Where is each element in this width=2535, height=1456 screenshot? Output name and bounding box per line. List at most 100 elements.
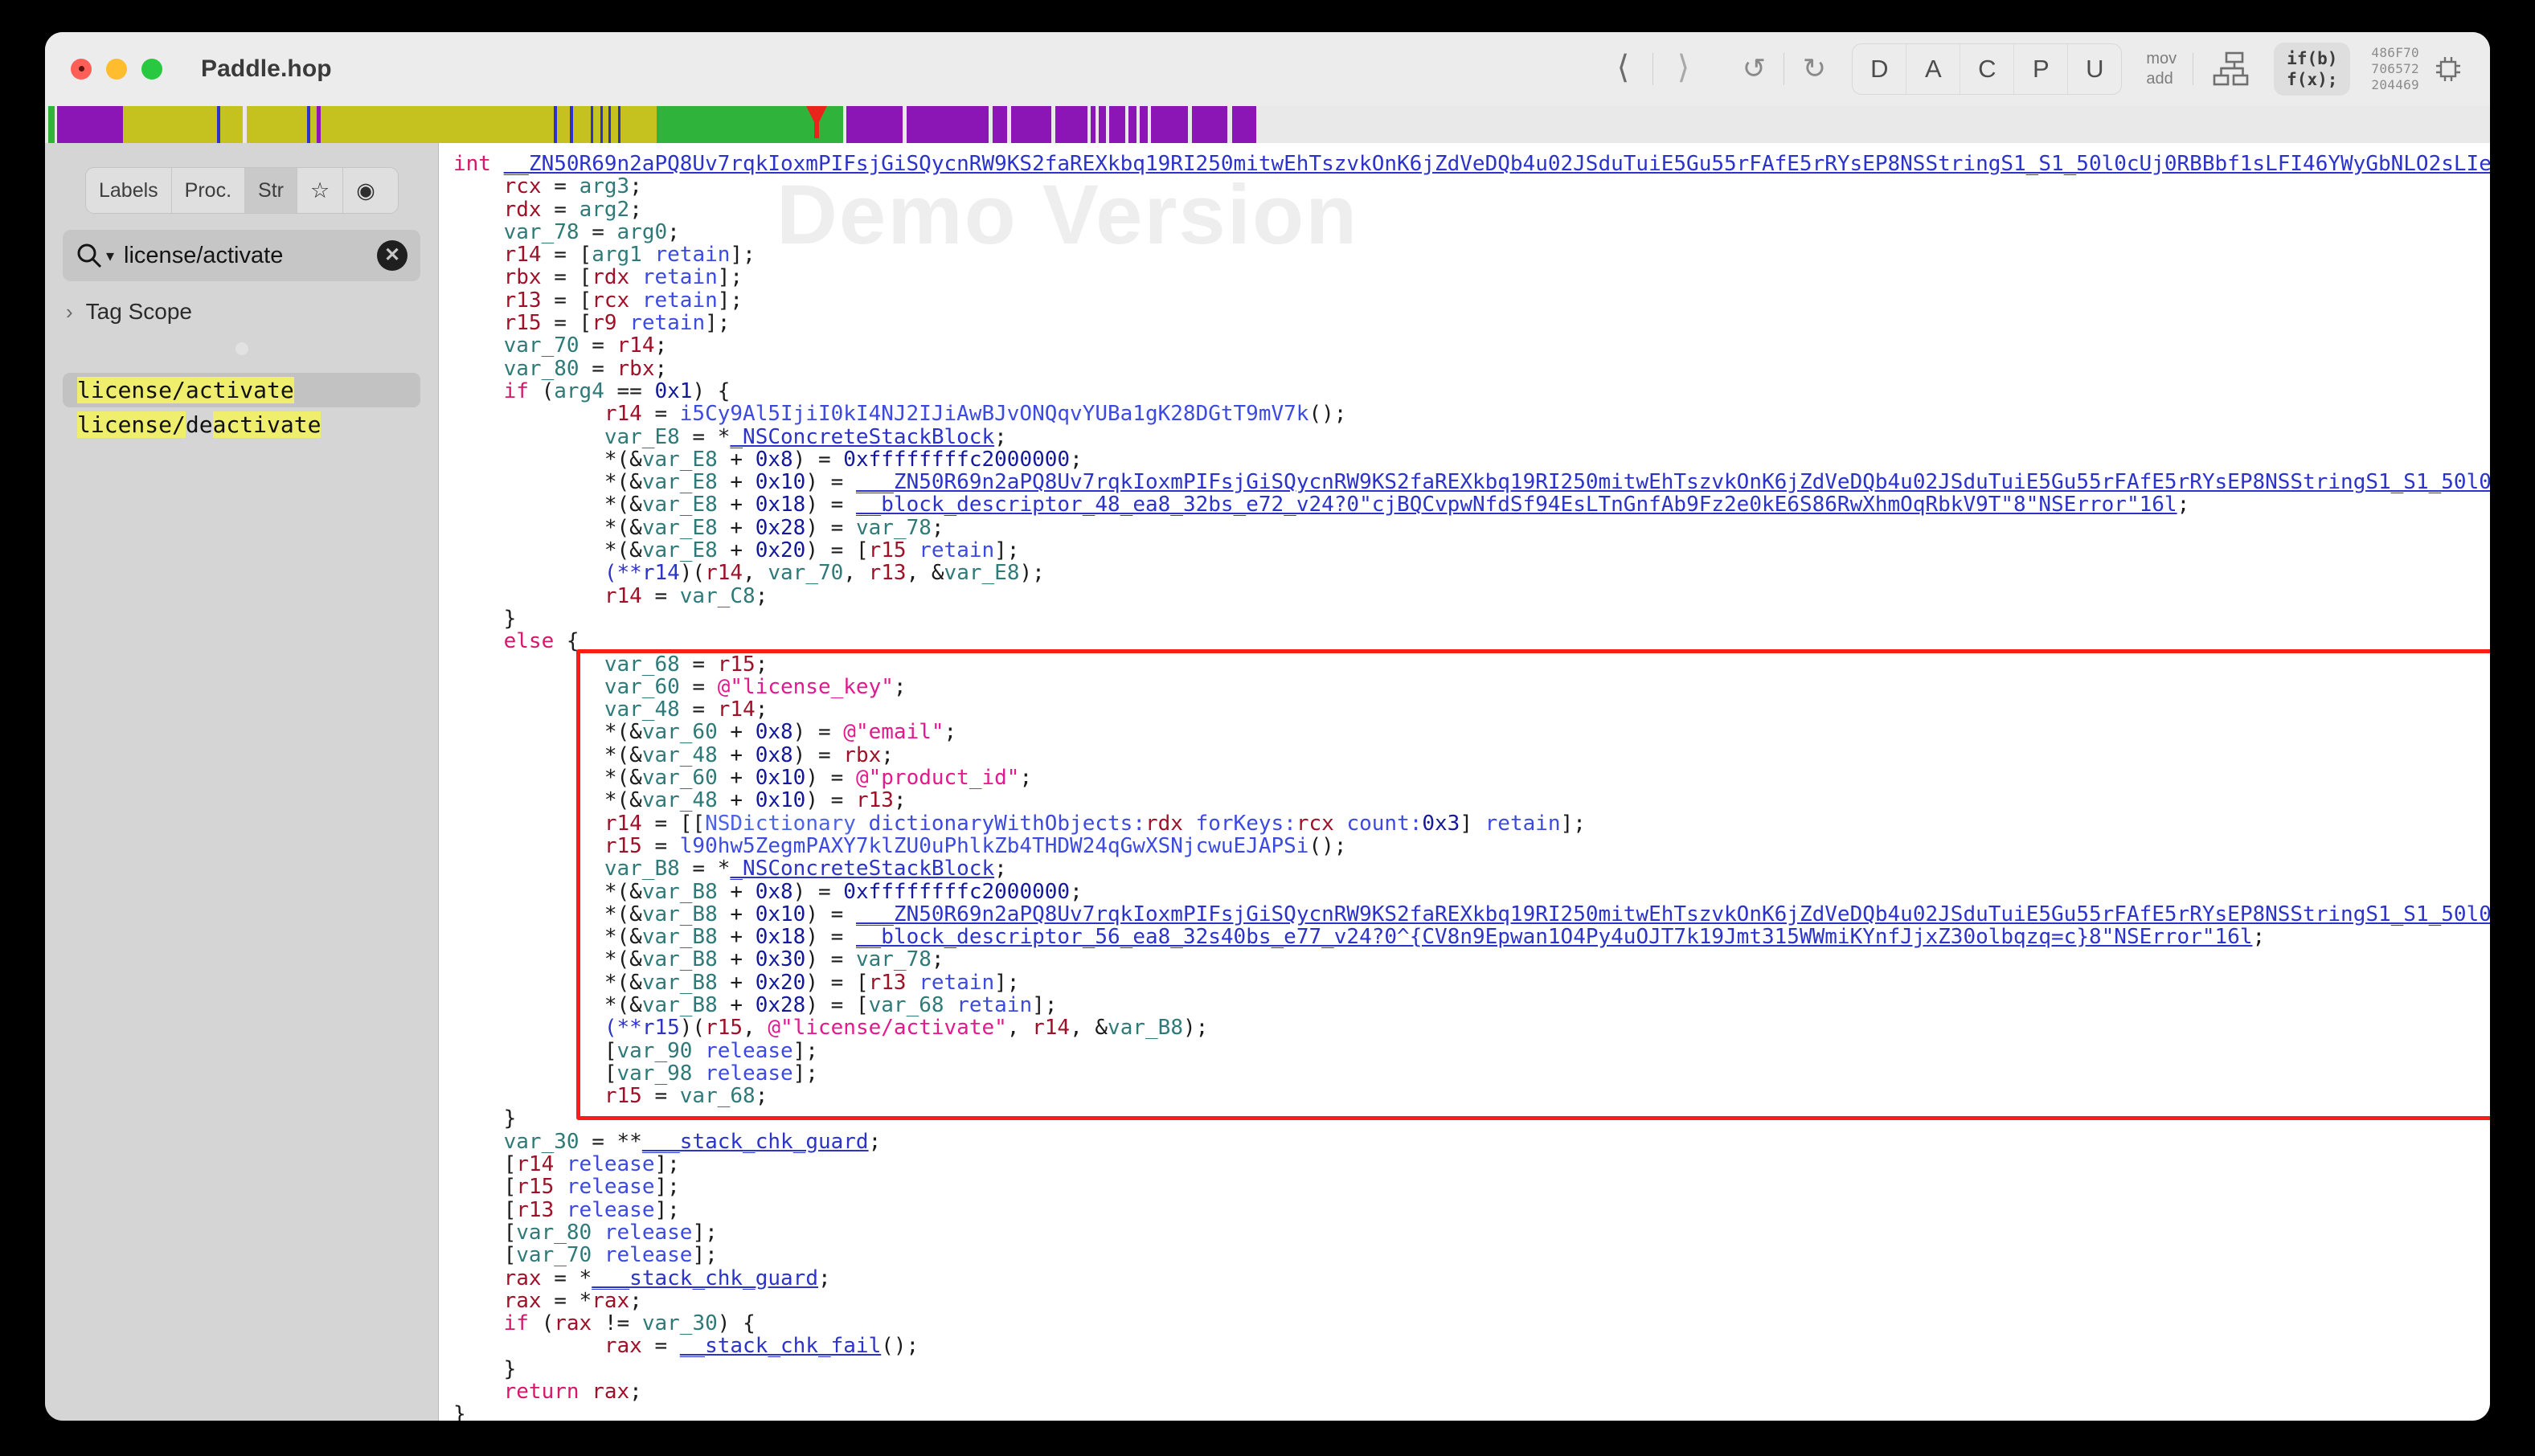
code-line[interactable]: *(&var_60 + 0x10) = @"product_id"; bbox=[453, 767, 2490, 789]
code-line[interactable]: *(&var_48 + 0x8) = rbx; bbox=[453, 744, 2490, 767]
code-line[interactable]: [var_70 release]; bbox=[453, 1244, 2490, 1266]
code-line[interactable]: else { bbox=[453, 630, 2490, 652]
code-line[interactable]: *(&var_60 + 0x8) = @"email"; bbox=[453, 721, 2490, 743]
overview-segment[interactable] bbox=[1232, 106, 1256, 143]
tab-strings[interactable]: Str bbox=[245, 168, 297, 213]
search-input[interactable]: license/activate bbox=[124, 243, 377, 269]
code-line[interactable]: r14 = var_C8; bbox=[453, 585, 2490, 607]
code-line[interactable]: rbx = [rdx retain]; bbox=[453, 266, 2490, 288]
list-item[interactable]: license/activate bbox=[63, 373, 420, 407]
code-listing[interactable]: int __ZN50R69n2aPQ8Uv7rqkIoxmPIFsjGiSQyc… bbox=[439, 143, 2490, 1421]
code-line[interactable]: var_68 = r15; bbox=[453, 653, 2490, 676]
code-line[interactable]: var_30 = **___stack_chk_guard; bbox=[453, 1131, 2490, 1153]
overview-segment[interactable] bbox=[611, 106, 618, 143]
overview-segment[interactable] bbox=[1151, 106, 1188, 143]
code-line[interactable]: r13 = [rcx retain]; bbox=[453, 289, 2490, 312]
overview-segment[interactable] bbox=[1011, 106, 1051, 143]
code-line[interactable]: rdx = arg2; bbox=[453, 198, 2490, 221]
list-item[interactable]: license/deactivate bbox=[63, 407, 420, 442]
code-line[interactable]: [r13 release]; bbox=[453, 1199, 2490, 1221]
record-icon[interactable]: ◉ bbox=[343, 168, 388, 213]
chevron-down-icon[interactable]: ▾ bbox=[106, 246, 114, 266]
overview-segment[interactable] bbox=[593, 106, 600, 143]
code-line[interactable]: } bbox=[453, 1403, 2490, 1421]
view-mode-segments[interactable]: D A C P U bbox=[1852, 43, 2122, 95]
code-line[interactable]: (**r14)(r14, var_70, r13, &var_E8); bbox=[453, 562, 2490, 584]
star-icon[interactable]: ☆ bbox=[297, 168, 343, 213]
code-line[interactable]: [r14 release]; bbox=[453, 1153, 2490, 1176]
close-button[interactable] bbox=[71, 59, 92, 80]
code-line[interactable]: *(&var_B8 + 0x20) = [r13 retain]; bbox=[453, 971, 2490, 994]
back-icon[interactable]: ⟨ bbox=[1598, 44, 1648, 94]
segment-p[interactable]: P bbox=[2014, 44, 2068, 94]
minimize-button[interactable] bbox=[106, 59, 127, 80]
search-bar[interactable]: ▾ license/activate ✕ bbox=[63, 230, 420, 281]
code-line[interactable]: rax = *rax; bbox=[453, 1290, 2490, 1312]
code-line[interactable]: r14 = [arg1 retain]; bbox=[453, 243, 2490, 266]
overview-segment[interactable] bbox=[1256, 106, 2362, 143]
code-line[interactable]: int __ZN50R69n2aPQ8Uv7rqkIoxmPIFsjGiSQyc… bbox=[453, 153, 2490, 175]
overview-segment[interactable] bbox=[1099, 106, 1106, 143]
code-line[interactable]: *(&var_E8 + 0x10) = ___ZN50R69n2aPQ8Uv7r… bbox=[453, 471, 2490, 493]
overview-segment[interactable] bbox=[557, 106, 570, 143]
code-line[interactable]: *(&var_B8 + 0x30) = var_78; bbox=[453, 948, 2490, 971]
code-line[interactable]: rax = *___stack_chk_guard; bbox=[453, 1267, 2490, 1290]
overview-segment[interactable] bbox=[573, 106, 591, 143]
code-line[interactable]: rcx = arg3; bbox=[453, 175, 2490, 198]
code-line[interactable]: } bbox=[453, 1107, 2490, 1130]
code-line[interactable]: *(&var_E8 + 0x8) = 0xffffffffc2000000; bbox=[453, 448, 2490, 471]
code-line[interactable]: *(&var_B8 + 0x28) = [var_68 retain]; bbox=[453, 994, 2490, 1016]
code-line[interactable]: (**r15)(r15, @"license/activate", r14, &… bbox=[453, 1016, 2490, 1039]
flow-graph-icon[interactable] bbox=[2198, 44, 2264, 94]
code-line[interactable]: *(&var_B8 + 0x8) = 0xffffffffc2000000; bbox=[453, 881, 2490, 903]
cpu-chip-icon[interactable] bbox=[2431, 44, 2466, 94]
code-line[interactable]: *(&var_E8 + 0x20) = [r15 retain]; bbox=[453, 539, 2490, 562]
overview-segments[interactable] bbox=[45, 106, 2362, 143]
code-line[interactable]: *(&var_B8 + 0x10) = ___ZN50R69n2aPQ8Uv7r… bbox=[453, 903, 2490, 926]
overview-segment[interactable] bbox=[846, 106, 903, 143]
decompiled-code-pane[interactable]: Demo Version int __ZN50R69n2aPQ8Uv7rqkIo… bbox=[439, 143, 2490, 1421]
resize-handle[interactable] bbox=[235, 342, 248, 355]
undo-icon[interactable]: ↺ bbox=[1729, 44, 1779, 94]
code-line[interactable]: r14 = [[NSDictionary dictionaryWithObjec… bbox=[453, 812, 2490, 835]
code-line[interactable]: [var_90 release]; bbox=[453, 1040, 2490, 1062]
overview-segment[interactable] bbox=[907, 106, 989, 143]
code-line[interactable]: } bbox=[453, 607, 2490, 630]
clear-x-icon[interactable]: ✕ bbox=[377, 240, 407, 271]
binary-overview-strip[interactable] bbox=[45, 106, 2490, 143]
overview-segment[interactable] bbox=[57, 106, 123, 143]
code-line[interactable]: var_70 = r14; bbox=[453, 334, 2490, 357]
code-line[interactable]: var_60 = @"license_key"; bbox=[453, 676, 2490, 698]
overview-segment[interactable] bbox=[220, 106, 243, 143]
tag-scope-row[interactable]: › Tag Scope bbox=[63, 299, 420, 325]
code-line[interactable]: var_B8 = *_NSConcreteStackBlock; bbox=[453, 857, 2490, 880]
segment-a[interactable]: A bbox=[1906, 44, 1960, 94]
code-line[interactable]: [var_98 release]; bbox=[453, 1062, 2490, 1085]
code-line[interactable]: var_48 = r14; bbox=[453, 698, 2490, 721]
tab-labels[interactable]: Labels bbox=[86, 168, 172, 213]
overview-segment[interactable] bbox=[1109, 106, 1125, 143]
overview-segment[interactable] bbox=[1192, 106, 1227, 143]
forward-icon[interactable]: ⟩ bbox=[1658, 44, 1708, 94]
code-line[interactable]: } bbox=[453, 1358, 2490, 1380]
assembly-view-button[interactable]: mov add bbox=[2135, 49, 2188, 89]
code-line[interactable]: [r15 release]; bbox=[453, 1176, 2490, 1198]
code-line[interactable]: *(&var_E8 + 0x18) = __block_descriptor_4… bbox=[453, 493, 2490, 516]
code-line[interactable]: *(&var_B8 + 0x18) = __block_descriptor_5… bbox=[453, 926, 2490, 948]
code-line[interactable]: r15 = var_68; bbox=[453, 1085, 2490, 1107]
pseudocode-view-button[interactable]: if(b) f(x); bbox=[2274, 43, 2350, 96]
segment-u[interactable]: U bbox=[2068, 44, 2121, 94]
segment-c[interactable]: C bbox=[1960, 44, 2014, 94]
code-line[interactable]: return rax; bbox=[453, 1380, 2490, 1403]
redo-icon[interactable]: ↻ bbox=[1789, 44, 1839, 94]
overview-segment[interactable] bbox=[620, 106, 657, 143]
overview-segment[interactable] bbox=[321, 106, 554, 143]
code-line[interactable]: r15 = [r9 retain]; bbox=[453, 312, 2490, 334]
code-line[interactable]: r14 = i5Cy9Al5IjiI0kI4NJ2IJiAwBJvONQqvYU… bbox=[453, 403, 2490, 425]
code-line[interactable]: var_78 = arg0; bbox=[453, 221, 2490, 243]
code-line[interactable]: [var_80 release]; bbox=[453, 1221, 2490, 1244]
code-line[interactable]: r15 = l90hw5ZegmPAXY7klZU0uPhlkZb4THDW24… bbox=[453, 835, 2490, 857]
overview-segment[interactable] bbox=[1055, 106, 1087, 143]
code-line[interactable]: rax = __stack_chk_fail(); bbox=[453, 1335, 2490, 1357]
zoom-button[interactable] bbox=[141, 59, 162, 80]
